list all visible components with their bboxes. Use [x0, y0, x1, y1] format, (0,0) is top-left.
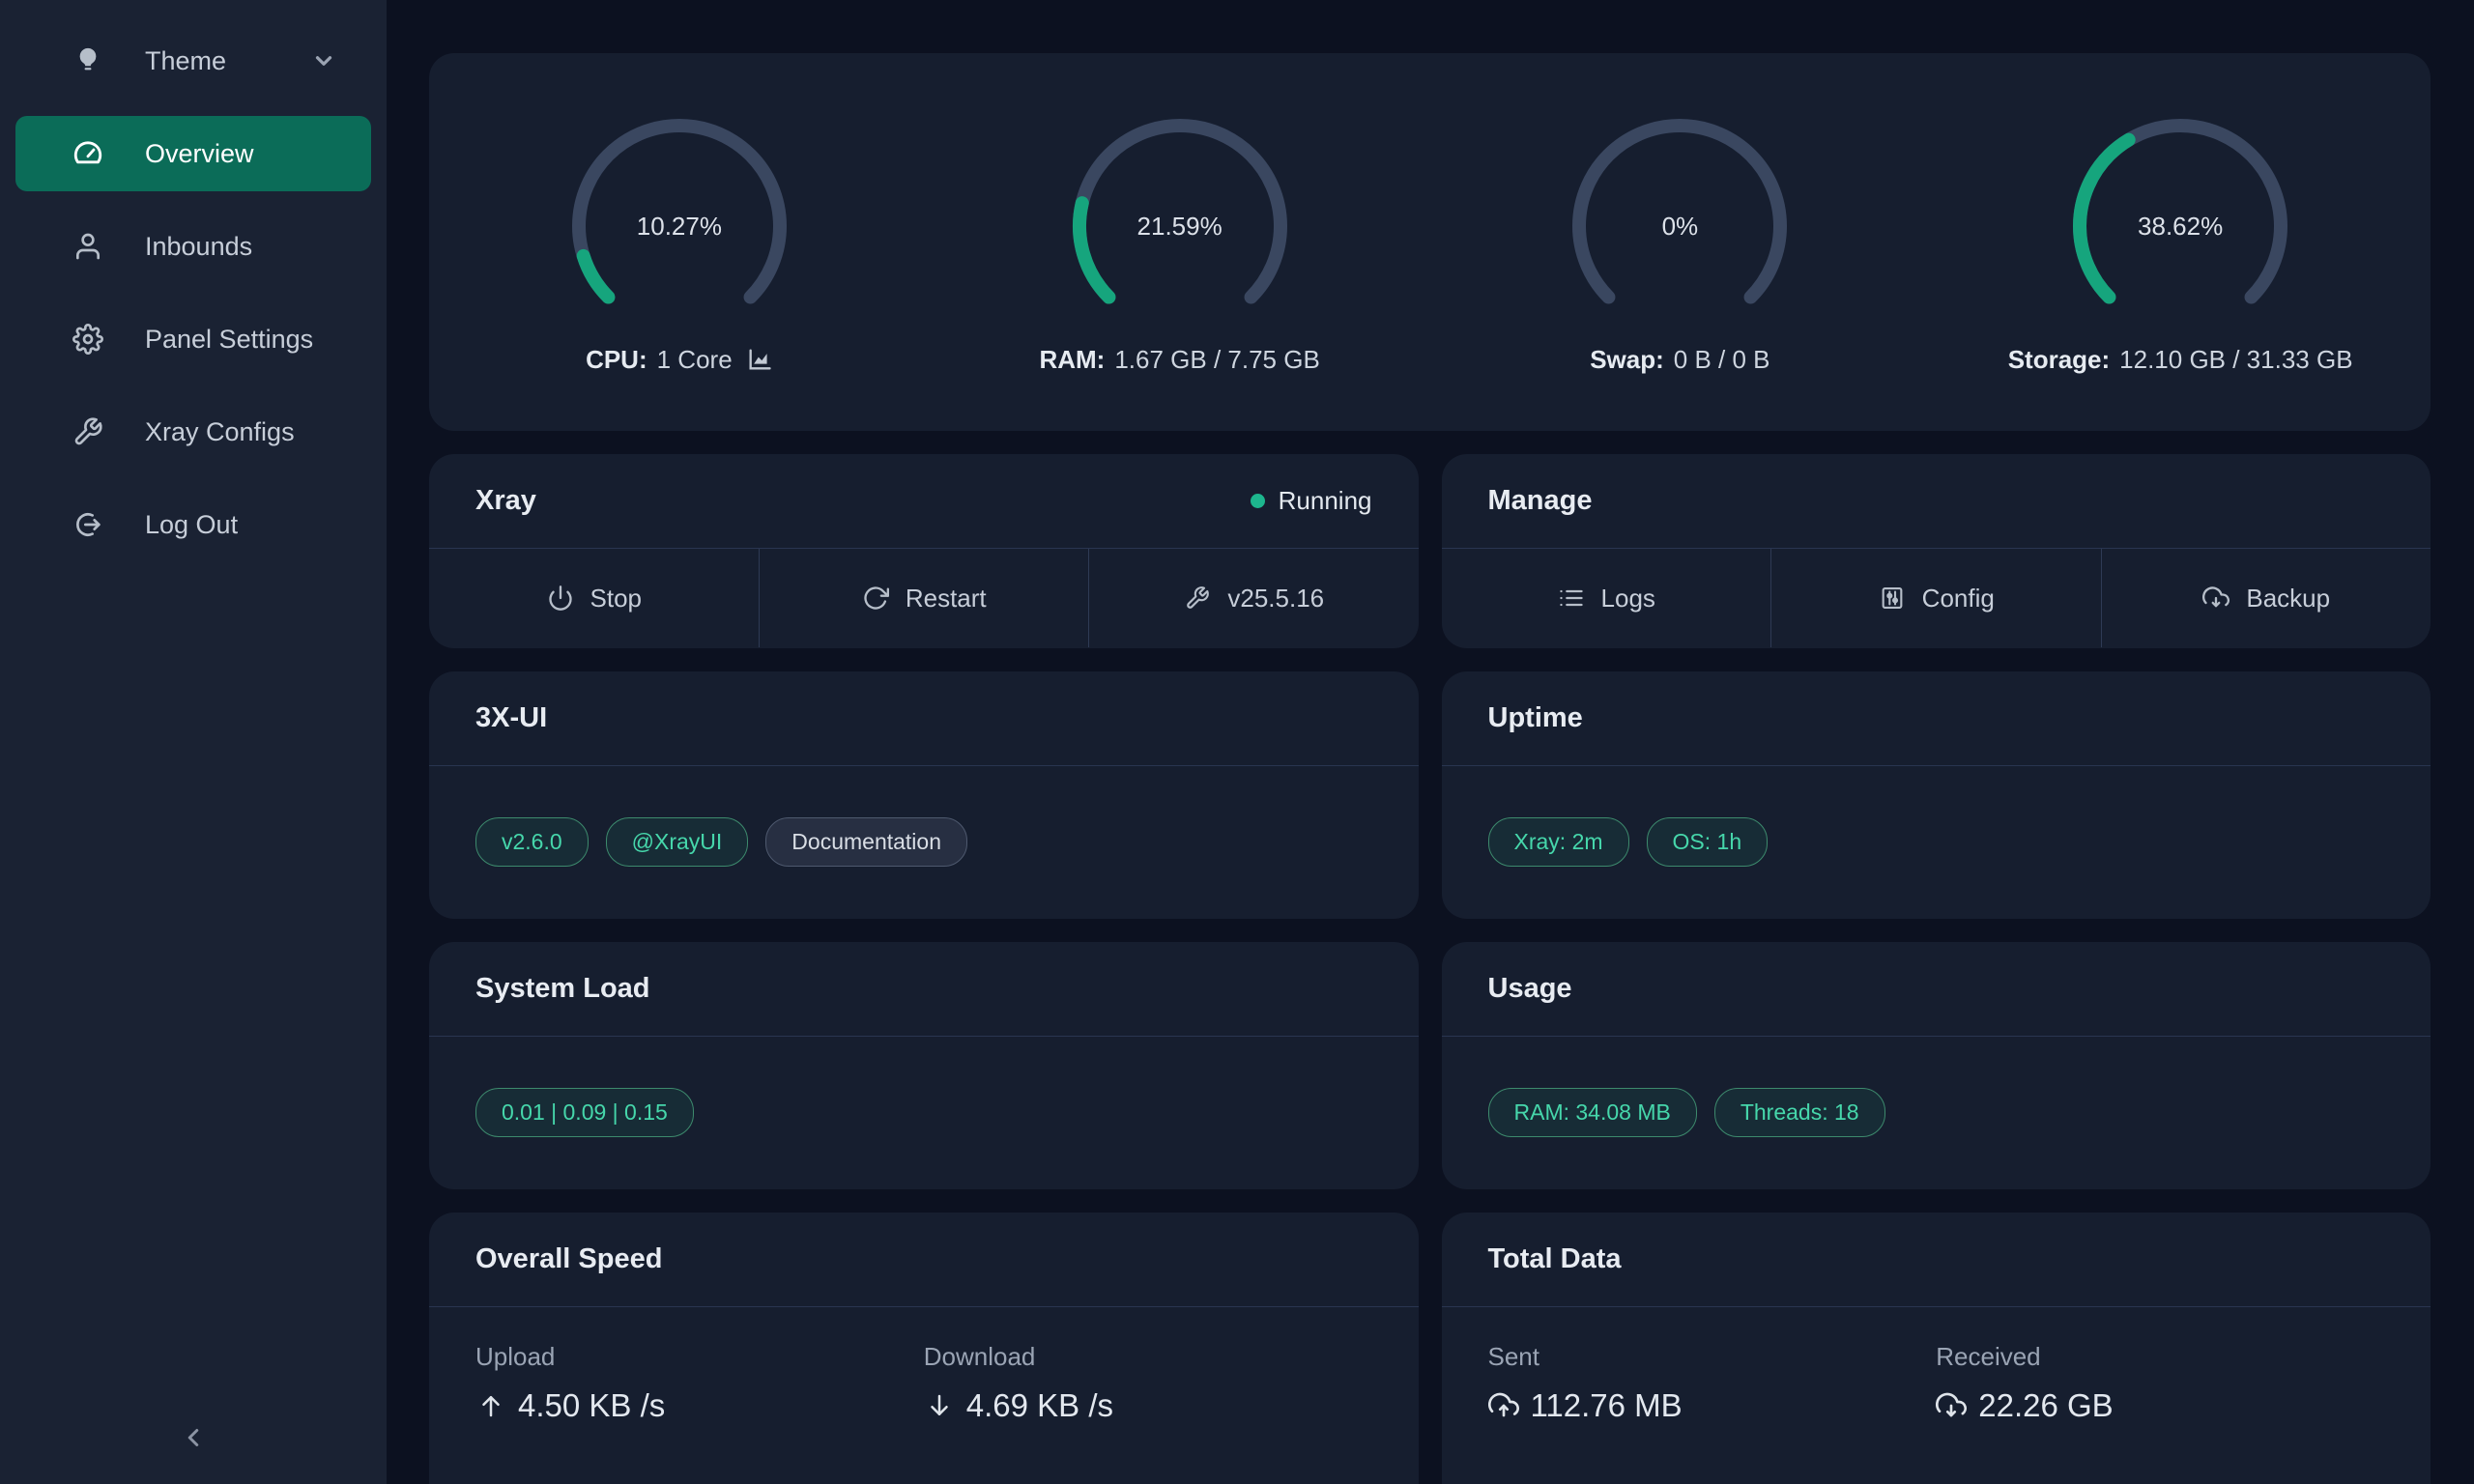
dashboard-icon [72, 137, 104, 170]
sidebar-item-label: Theme [145, 46, 226, 76]
cloud-upload-icon [1488, 1390, 1519, 1421]
total-data-card: Total Data Sent 112.76 MB [1442, 1213, 2431, 1484]
wrench-icon [1183, 584, 1212, 613]
usage-card: Usage RAM: 34.08 MB Threads: 18 [1442, 942, 2431, 1189]
sidebar-item-theme[interactable]: Theme [15, 23, 371, 99]
logout-icon [72, 508, 104, 541]
stop-button[interactable]: Stop [429, 549, 759, 647]
xray-status: Running [1251, 486, 1372, 516]
xray-version-button[interactable]: v25.5.16 [1088, 549, 1419, 647]
uptime-card: Uptime Xray: 2m OS: 1h [1442, 671, 2431, 919]
xray-card-title: Xray [475, 485, 536, 517]
threads-tag: Threads: 18 [1714, 1088, 1885, 1137]
sidebar-item-label: Overview [145, 139, 254, 169]
swap-caption: Swap: 0 B / 0 B [1590, 345, 1769, 375]
received-value: 22.26 GB [1978, 1387, 2113, 1424]
manage-card-title: Manage [1488, 485, 1593, 517]
os-uptime-tag: OS: 1h [1647, 817, 1769, 867]
gauge-cpu: 10.27% CPU: 1 Core [429, 110, 930, 375]
sidebar-item-overview[interactable]: Overview [15, 116, 371, 191]
received-stat: Received 22.26 GB [1936, 1342, 2384, 1424]
sidebar-item-label: Inbounds [145, 232, 252, 262]
xray-status-label: Running [1279, 486, 1372, 516]
manage-card: Manage Logs [1442, 454, 2431, 648]
sidebar-item-label: Xray Configs [145, 417, 295, 447]
storage-caption: Storage: 12.10 GB / 31.33 GB [2008, 345, 2353, 375]
gear-icon [72, 323, 104, 356]
overall-speed-card-title: Overall Speed [475, 1243, 662, 1275]
usage-card-title: Usage [1488, 973, 1572, 1005]
sliders-icon [1878, 584, 1907, 613]
uptime-card-title: Uptime [1488, 702, 1583, 734]
xray-uptime-tag: Xray: 2m [1488, 817, 1629, 867]
download-value: 4.69 KB /s [966, 1387, 1113, 1424]
arrow-up-icon [475, 1390, 506, 1421]
restart-icon [861, 584, 890, 613]
cpu-caption: CPU: 1 Core [586, 345, 773, 375]
sidebar-collapse-button[interactable] [164, 1409, 222, 1467]
gauge-ram: 21.59% RAM: 1.67 GB / 7.75 GB [930, 110, 1430, 375]
sent-value: 112.76 MB [1531, 1387, 1683, 1424]
xray-card: Xray Running Stop [429, 454, 1419, 648]
storage-percent: 38.62% [2064, 212, 2296, 242]
arrow-down-icon [924, 1390, 955, 1421]
area-chart-icon[interactable] [746, 346, 773, 373]
list-icon [1557, 584, 1586, 613]
load-average-tag: 0.01 | 0.09 | 0.15 [475, 1088, 694, 1137]
xrayui-tag[interactable]: @XrayUI [606, 817, 749, 867]
cpu-percent: 10.27% [563, 212, 795, 242]
chevron-left-icon [179, 1423, 208, 1452]
bulb-icon [72, 44, 104, 77]
upload-label: Upload [475, 1342, 924, 1372]
download-stat: Download 4.69 KB /s [924, 1342, 1372, 1424]
gauge-swap: 0% Swap: 0 B / 0 B [1430, 110, 1931, 375]
running-status-dot [1251, 494, 1265, 508]
sent-stat: Sent 112.76 MB [1488, 1342, 1937, 1424]
received-label: Received [1936, 1342, 2384, 1372]
upload-stat: Upload 4.50 KB /s [475, 1342, 924, 1424]
overall-speed-card: Overall Speed Upload 4.50 KB /s [429, 1213, 1419, 1484]
config-button[interactable]: Config [1770, 549, 2101, 647]
sidebar-item-logout[interactable]: Log Out [15, 487, 371, 562]
system-load-card-title: System Load [475, 973, 650, 1005]
upload-value: 4.50 KB /s [518, 1387, 665, 1424]
documentation-tag[interactable]: Documentation [765, 817, 967, 867]
total-data-card-title: Total Data [1488, 1243, 1622, 1275]
logs-button[interactable]: Logs [1442, 549, 1771, 647]
wrench-icon [72, 415, 104, 448]
backup-button[interactable]: Backup [2101, 549, 2431, 647]
xui-card: 3X-UI v2.6.0 @XrayUI Documentation [429, 671, 1419, 919]
sidebar-item-label: Log Out [145, 510, 238, 540]
system-gauges-card: 10.27% CPU: 1 Core 21.59% [429, 53, 2431, 431]
ram-caption: RAM: 1.67 GB / 7.75 GB [1039, 345, 1319, 375]
sidebar-item-panel-settings[interactable]: Panel Settings [15, 301, 371, 377]
version-tag[interactable]: v2.6.0 [475, 817, 589, 867]
sidebar-item-label: Panel Settings [145, 325, 313, 355]
chevron-down-icon [311, 48, 336, 73]
swap-percent: 0% [1564, 212, 1796, 242]
ram-usage-tag: RAM: 34.08 MB [1488, 1088, 1697, 1137]
cloud-backup-icon [2201, 584, 2230, 613]
sidebar: Theme Overview Inbounds Panel Set [0, 0, 387, 1484]
system-load-card: System Load 0.01 | 0.09 | 0.15 [429, 942, 1419, 1189]
gauge-storage: 38.62% Storage: 12.10 GB / 31.33 GB [1930, 110, 2431, 375]
sent-label: Sent [1488, 1342, 1937, 1372]
restart-button[interactable]: Restart [759, 549, 1089, 647]
main-content: 10.27% CPU: 1 Core 21.59% [387, 0, 2474, 1484]
download-label: Download [924, 1342, 1372, 1372]
xui-card-title: 3X-UI [475, 702, 547, 734]
sidebar-item-xray-configs[interactable]: Xray Configs [15, 394, 371, 470]
sidebar-item-inbounds[interactable]: Inbounds [15, 209, 371, 284]
cloud-download-icon [1936, 1390, 1967, 1421]
user-icon [72, 230, 104, 263]
power-icon [546, 584, 575, 613]
ram-percent: 21.59% [1064, 212, 1296, 242]
